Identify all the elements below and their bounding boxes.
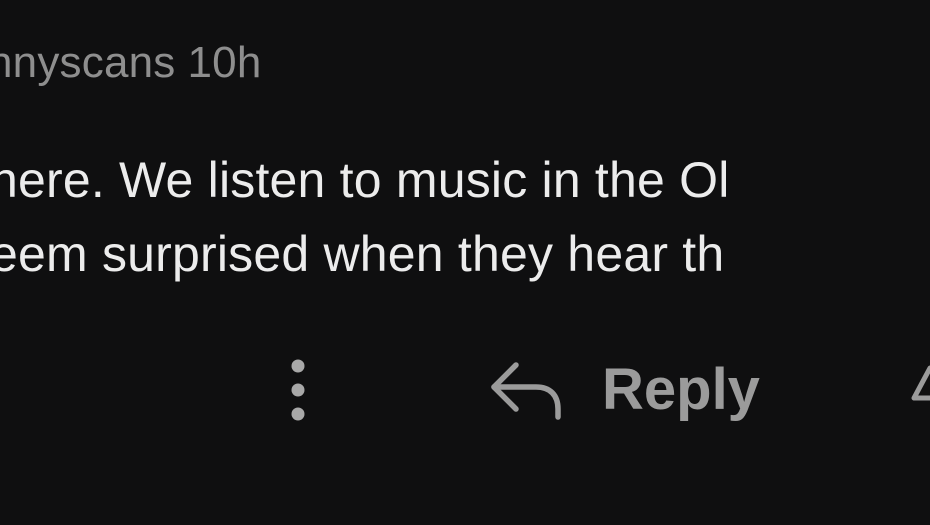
comment-meta: nnyscans 10h xyxy=(0,30,262,96)
more-vertical-icon xyxy=(291,359,305,421)
comment-author[interactable]: nnyscans xyxy=(0,38,175,87)
reply-button[interactable]: Reply xyxy=(488,350,760,430)
more-options-button[interactable] xyxy=(276,352,320,428)
reply-label: Reply xyxy=(602,357,760,422)
comment-body: here. We listen to music in the Ol eem s… xyxy=(0,143,730,291)
comment-timestamp: 10h xyxy=(187,38,262,87)
comment-body-line-1: here. We listen to music in the Ol xyxy=(0,152,730,208)
partial-action-icon[interactable] xyxy=(904,358,930,418)
comment-body-line-2: eem surprised when they hear th xyxy=(0,226,725,282)
reply-arrow-icon xyxy=(491,362,561,420)
comment-actions: Reply xyxy=(0,340,930,440)
comment-card: nnyscans 10h here. We listen to music in … xyxy=(0,0,930,525)
